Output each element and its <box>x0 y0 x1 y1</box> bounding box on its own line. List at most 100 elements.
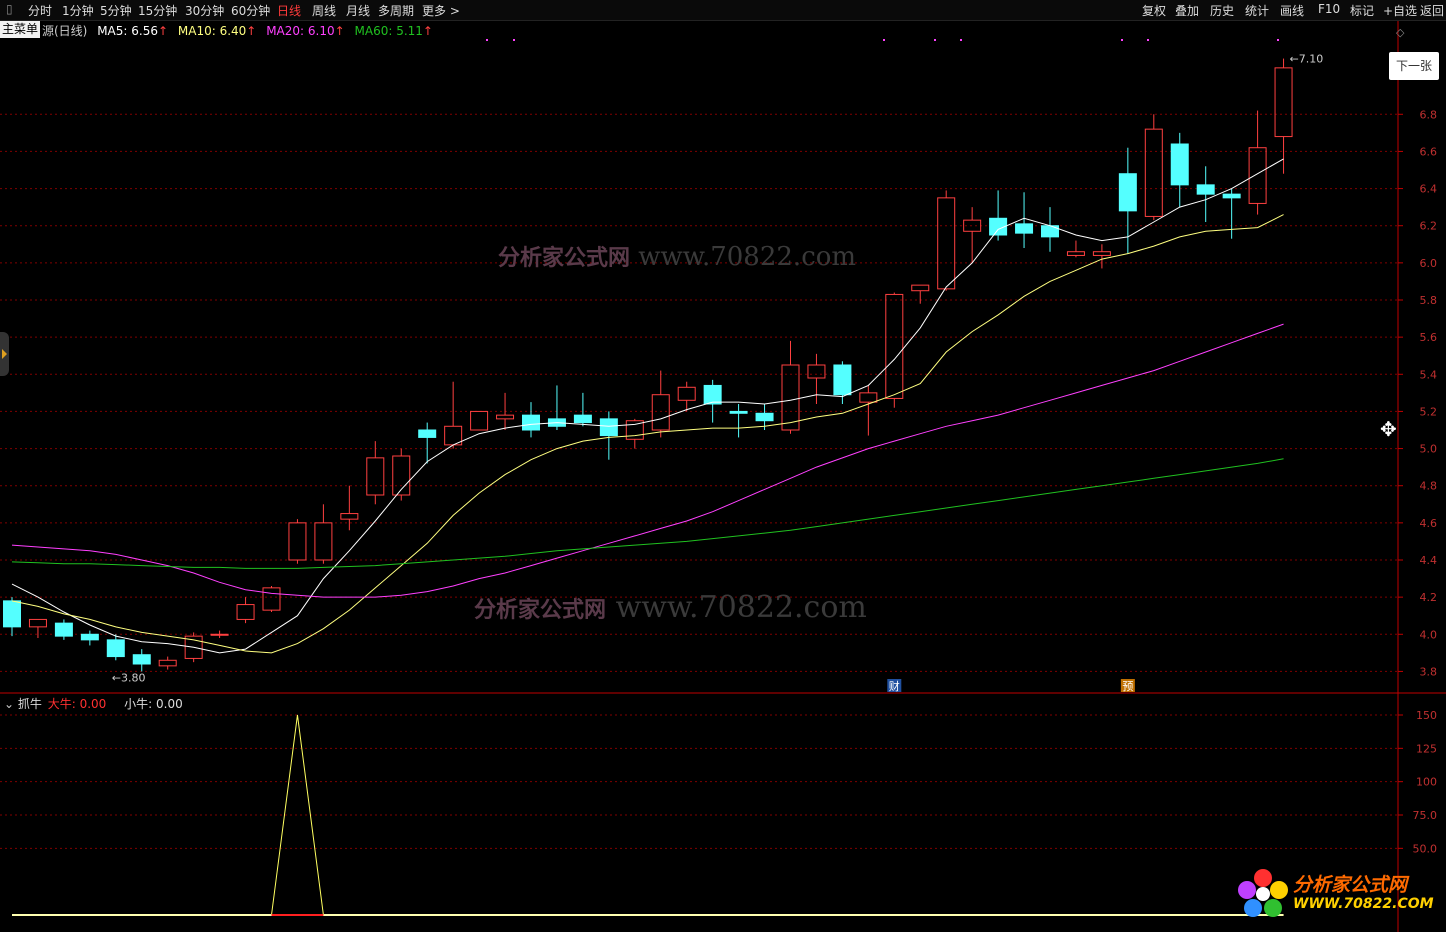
candle-body <box>522 414 540 431</box>
move-cursor-icon: ✥ <box>1380 417 1397 441</box>
ma-line-ma10 <box>11 214 1284 654</box>
y-tick-label: 100 <box>1416 776 1437 789</box>
expand-panel-handle[interactable] <box>0 332 9 376</box>
watermark-brand: 分析家公式网 <box>474 598 607 623</box>
period-tab[interactable]: 更多 > <box>422 2 460 19</box>
event-dot <box>1147 39 1149 41</box>
diamond-icon: ◇ <box>1396 26 1405 39</box>
candle-body <box>158 659 177 667</box>
event-dot <box>1121 39 1123 41</box>
candle-body <box>937 197 956 290</box>
toolbar-button[interactable]: 画线 <box>1280 2 1304 19</box>
period-tab[interactable]: 多周期 <box>378 2 414 19</box>
y-tick-label: 4.8 <box>1420 480 1438 493</box>
candle-body <box>885 293 904 399</box>
period-tab[interactable]: 分时 <box>28 2 52 19</box>
watermark: 分析家公式网 www.70822.com <box>498 240 856 272</box>
watermark-site: www.70822.com <box>615 590 867 625</box>
brand-name: 分析家公式网 <box>1293 874 1408 896</box>
candle-body <box>1248 147 1267 204</box>
y-tick-label: 75.0 <box>1413 809 1438 822</box>
ma-line-ma20 <box>11 323 1284 598</box>
low-label: ←3.80 <box>112 671 146 684</box>
toolbar-button[interactable]: 复权 <box>1142 2 1166 19</box>
event-dot <box>883 39 885 41</box>
ma-line-ma60 <box>11 458 1284 569</box>
candle-body <box>651 394 670 431</box>
candle-body <box>54 622 73 637</box>
candle-body <box>80 633 99 641</box>
candle-body <box>470 410 489 431</box>
toolbar-button[interactable]: 返回 <box>1420 2 1444 19</box>
high-label: ←7.10 <box>1290 53 1324 66</box>
toolbar-button[interactable]: 历史 <box>1210 2 1234 19</box>
y-tick-label: 5.2 <box>1420 405 1438 418</box>
event-dot <box>960 39 962 41</box>
next-page-button[interactable]: 下一张 <box>1389 52 1439 80</box>
event-dot <box>486 39 488 41</box>
watermark: 分析家公式网 www.70822.com <box>474 590 867 625</box>
candle-body <box>366 457 385 496</box>
event-dot <box>934 39 936 41</box>
y-tick-label: 4.6 <box>1420 517 1438 530</box>
y-tick-label: 4.0 <box>1420 628 1438 641</box>
y-tick-label: 6.2 <box>1420 220 1438 233</box>
watermark-brand: 分析家公式网 <box>498 246 631 271</box>
candle-body <box>1170 143 1189 186</box>
collapse-icon[interactable]: ⌄ <box>4 697 14 711</box>
candle-body <box>106 639 125 658</box>
period-tab[interactable]: 日线 <box>277 2 301 19</box>
period-tab[interactable]: 60分钟 <box>231 2 270 19</box>
ma20-label: MA20: 6.10 <box>266 24 335 38</box>
period-tab[interactable]: 5分钟 <box>100 2 132 19</box>
kline-chart[interactable]: 3.8 4.0 4.2 4.4 4.6 4.8 5.0 5.2 5.4 5.6 5.8 6.0 6.2 6… <box>0 0 1446 932</box>
toolbar-button[interactable]: 叠加 <box>1175 2 1199 19</box>
sub-legend: ⌄ 抓牛 大牛: 0.00 小牛: 0.00 <box>4 695 183 712</box>
period-tab[interactable]: 30分钟 <box>185 2 224 19</box>
toolbar-button[interactable]: 标记 <box>1350 2 1374 19</box>
candle-body <box>677 386 696 401</box>
ma-line-ma5 <box>11 158 1284 654</box>
period-tab[interactable]: 周线 <box>312 2 336 19</box>
candle-body <box>833 364 852 396</box>
toolbar-button[interactable]: +自选 <box>1383 2 1417 19</box>
candle-body <box>1092 251 1111 256</box>
candle-body <box>236 604 255 620</box>
y-tick-label: 5.6 <box>1420 331 1438 344</box>
candle-body <box>755 412 774 422</box>
toolbar-button[interactable]: 统计 <box>1245 2 1269 19</box>
ma60-label: MA60: 5.11 <box>354 24 423 38</box>
brand-logo: 分析家公式网 WWW.70822.COM <box>1235 866 1445 920</box>
event-dot <box>1277 39 1279 41</box>
brand-url: WWW.70822.COM <box>1293 896 1434 912</box>
y-tick-label: 125 <box>1416 742 1437 755</box>
candle-body <box>132 654 151 665</box>
y-tick-label: 5.4 <box>1420 368 1438 381</box>
watermark-site: www.70822.com <box>638 242 857 272</box>
event-dot <box>513 39 515 41</box>
candle-body <box>911 284 930 292</box>
candle-body <box>3 600 21 628</box>
period-tab[interactable]: 1分钟 <box>62 2 94 19</box>
candle-body <box>288 522 307 561</box>
up-arrow-icon: ↑ <box>246 24 257 38</box>
candle-body <box>599 418 618 437</box>
y-tick-label: 50.0 <box>1413 842 1438 855</box>
y-tick-label: 6.4 <box>1420 183 1438 196</box>
ma5-label: MA5: 6.56 <box>97 24 158 38</box>
candle-body <box>573 414 592 424</box>
y-tick-label: 4.4 <box>1420 554 1438 567</box>
period-tab[interactable]: 15分钟 <box>138 2 177 19</box>
y-tick-label: 4.2 <box>1420 591 1438 604</box>
candle-body <box>1118 173 1137 212</box>
candle-body <box>859 392 878 403</box>
period-tab[interactable]: 月线 <box>346 2 370 19</box>
toolbar-button[interactable]: F10 <box>1318 2 1340 16</box>
candle-body <box>1274 67 1293 138</box>
window-icon[interactable]: ▯ <box>6 2 13 16</box>
up-arrow-icon: ↑ <box>334 24 345 38</box>
event-marker-label: 财 <box>889 679 900 693</box>
main-menu-button[interactable]: 主菜单 <box>0 21 40 38</box>
main-legend: 源(日线) MA5: 6.56↑ MA10: 6.40↑ MA20: 6.10↑… <box>42 22 439 39</box>
candle-body <box>496 414 515 420</box>
